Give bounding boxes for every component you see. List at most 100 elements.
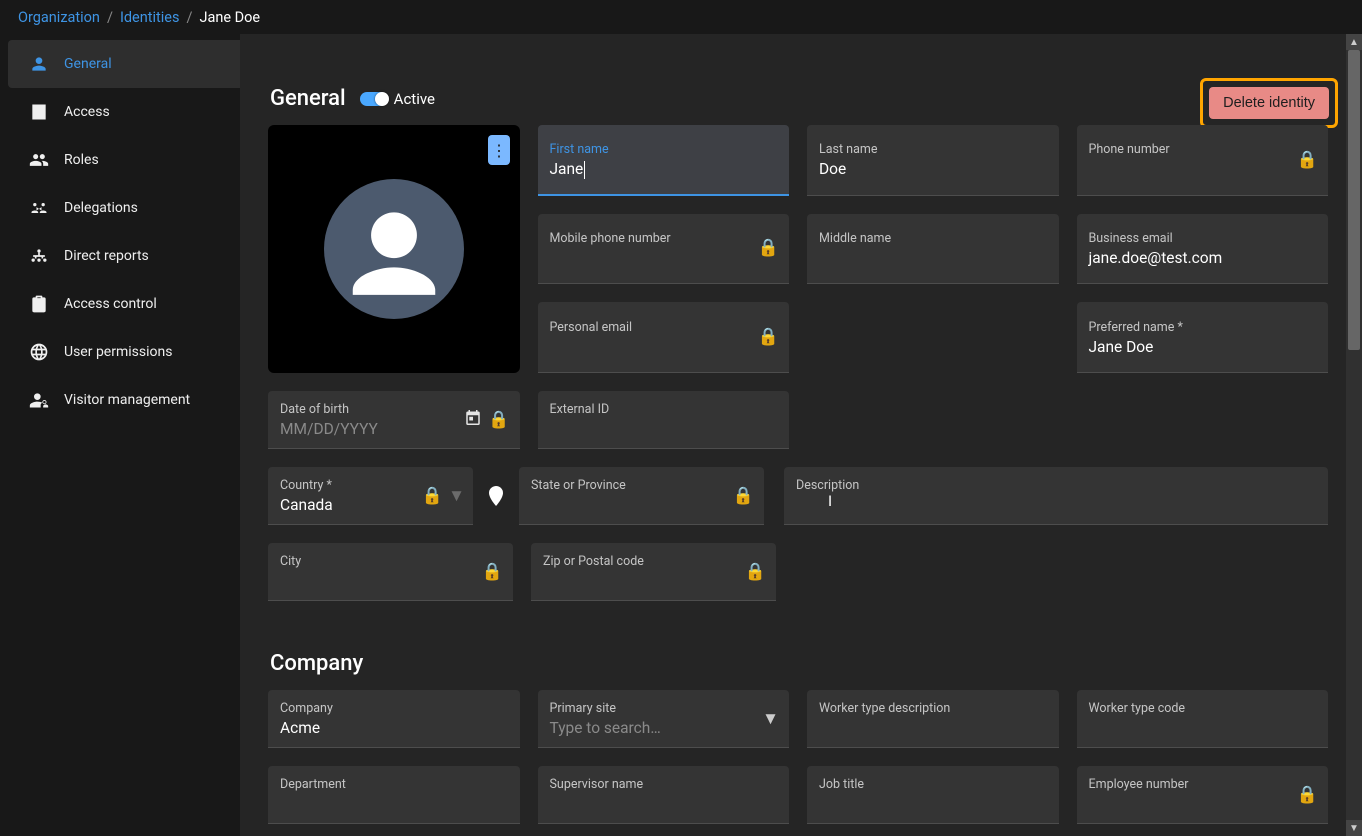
- zip-field[interactable]: Zip or Postal code 🔒: [531, 543, 776, 601]
- section-title-label: General: [270, 86, 346, 111]
- field-value: [550, 794, 778, 814]
- breadcrumb-sep: /: [107, 9, 113, 26]
- sidebar-item-roles[interactable]: Roles: [8, 136, 240, 184]
- field-label: Primary site: [550, 701, 778, 716]
- field-value: [1089, 794, 1317, 814]
- field-value: [280, 794, 508, 814]
- lock-icon: 🔒: [733, 486, 754, 506]
- field-value: jane.doe@test.com: [1089, 248, 1317, 268]
- main-content: Delete identity General Active ⋮ Fi: [240, 34, 1362, 836]
- breadcrumb: Organization / Identities / Jane Doe: [0, 0, 1362, 34]
- lock-icon: 🔒: [422, 486, 443, 506]
- field-label: State or Province: [531, 478, 752, 493]
- sidebar-item-access-control[interactable]: Access control: [8, 280, 240, 328]
- field-value: Jane: [550, 159, 778, 179]
- field-value: Acme: [280, 718, 508, 738]
- sidebar-item-direct-reports[interactable]: Direct reports: [8, 232, 240, 280]
- avatar-menu-button[interactable]: ⋮: [488, 135, 510, 165]
- sidebar-item-label: Access: [64, 104, 110, 120]
- sidebar-item-label: Direct reports: [64, 248, 149, 264]
- avatar-placeholder: [324, 179, 464, 319]
- scroll-track[interactable]: [1346, 50, 1362, 820]
- sidebar-item-general[interactable]: General: [8, 40, 240, 88]
- field-value: [531, 495, 752, 515]
- field-value: [543, 571, 764, 591]
- country-field[interactable]: Country * Canada 🔒 ▼: [268, 467, 473, 525]
- sidebar-item-label: Roles: [64, 152, 99, 168]
- field-label: Business email: [1089, 231, 1317, 246]
- worker-type-code-field[interactable]: Worker type code: [1077, 690, 1329, 748]
- business-email-field[interactable]: Business email jane.doe@test.com: [1077, 214, 1329, 285]
- field-value: Jane Doe: [1089, 337, 1317, 357]
- sidebar-item-label: General: [64, 56, 112, 72]
- text-cursor-icon: I: [828, 492, 832, 510]
- scroll-up-button[interactable]: ▲: [1346, 34, 1362, 50]
- lock-icon: 🔒: [758, 238, 779, 258]
- field-label: First name: [550, 142, 778, 157]
- field-label: Mobile phone number: [550, 231, 778, 246]
- lock-icon: 🔒: [758, 327, 779, 347]
- scroll-thumb[interactable]: [1348, 50, 1360, 350]
- supervisor-name-field[interactable]: Supervisor name: [538, 766, 790, 824]
- toggle-label: Active: [394, 90, 435, 108]
- visitor-icon: [28, 389, 50, 411]
- field-label: Description: [796, 478, 1316, 493]
- personal-email-field[interactable]: Personal email 🔒: [538, 302, 790, 373]
- breadcrumb-current: Jane Doe: [199, 9, 260, 26]
- field-label: City: [280, 554, 501, 569]
- field-label: Supervisor name: [550, 777, 778, 792]
- lock-icon: 🔒: [745, 562, 766, 582]
- field-label: Job title: [819, 777, 1047, 792]
- vertical-scrollbar[interactable]: ▲ ▼: [1346, 34, 1362, 836]
- field-label: Worker type code: [1089, 701, 1317, 716]
- middle-name-field[interactable]: Middle name: [807, 214, 1059, 285]
- section-title-general: General Active: [270, 86, 1334, 111]
- external-id-field[interactable]: External ID: [538, 391, 790, 449]
- dots-vertical-icon: ⋮: [491, 141, 506, 160]
- field-label: Personal email: [550, 320, 778, 335]
- breadcrumb-sep: /: [186, 9, 192, 26]
- department-field[interactable]: Department: [268, 766, 520, 824]
- dob-field[interactable]: Date of birth MM/DD/YYYY 🔒: [268, 391, 520, 449]
- field-label: Zip or Postal code: [543, 554, 764, 569]
- description-field[interactable]: Description I: [784, 467, 1328, 525]
- sidebar-item-user-permissions[interactable]: User permissions: [8, 328, 240, 376]
- scroll-down-button[interactable]: ▼: [1346, 820, 1362, 836]
- chevron-down-icon[interactable]: ▼: [448, 486, 465, 506]
- chevron-down-icon[interactable]: ▼: [762, 709, 779, 729]
- field-value: [280, 571, 501, 591]
- employee-number-field[interactable]: Employee number 🔒: [1077, 766, 1329, 824]
- delegations-icon: [28, 197, 50, 219]
- field-value: [1089, 159, 1317, 179]
- mobile-phone-field[interactable]: Mobile phone number 🔒: [538, 214, 790, 285]
- delete-identity-button[interactable]: Delete identity: [1209, 87, 1329, 119]
- sidebar-item-visitor-management[interactable]: Visitor management: [8, 376, 240, 424]
- field-label: Last name: [819, 142, 1047, 157]
- globe-icon: [28, 341, 50, 363]
- primary-site-field[interactable]: Primary site Type to search… ▼: [538, 690, 790, 748]
- state-field[interactable]: State or Province 🔒: [519, 467, 764, 525]
- job-title-field[interactable]: Job title: [807, 766, 1059, 824]
- last-name-field[interactable]: Last name Doe: [807, 125, 1059, 196]
- lock-icon: 🔒: [1297, 785, 1318, 805]
- lock-icon: 🔒: [488, 410, 509, 430]
- breadcrumb-organization[interactable]: Organization: [18, 9, 100, 26]
- first-name-field[interactable]: First name Jane: [538, 125, 790, 196]
- sidebar-item-delegations[interactable]: Delegations: [8, 184, 240, 232]
- worker-type-desc-field[interactable]: Worker type description: [807, 690, 1059, 748]
- active-toggle[interactable]: Active: [360, 90, 435, 108]
- sidebar-item-access[interactable]: Access: [8, 88, 240, 136]
- field-label: Worker type description: [819, 701, 1047, 716]
- breadcrumb-identities[interactable]: Identities: [120, 9, 180, 26]
- city-field[interactable]: City 🔒: [268, 543, 513, 601]
- field-placeholder: Type to search…: [550, 718, 778, 738]
- clipboard-icon: [28, 293, 50, 315]
- users-icon: [28, 149, 50, 171]
- building-icon: [28, 101, 50, 123]
- field-value: [819, 794, 1047, 814]
- field-label: Employee number: [1089, 777, 1317, 792]
- preferred-name-field[interactable]: Preferred name * Jane Doe: [1077, 302, 1329, 373]
- calendar-icon[interactable]: [464, 408, 482, 431]
- company-field[interactable]: Company Acme: [268, 690, 520, 748]
- phone-field[interactable]: Phone number 🔒: [1077, 125, 1329, 196]
